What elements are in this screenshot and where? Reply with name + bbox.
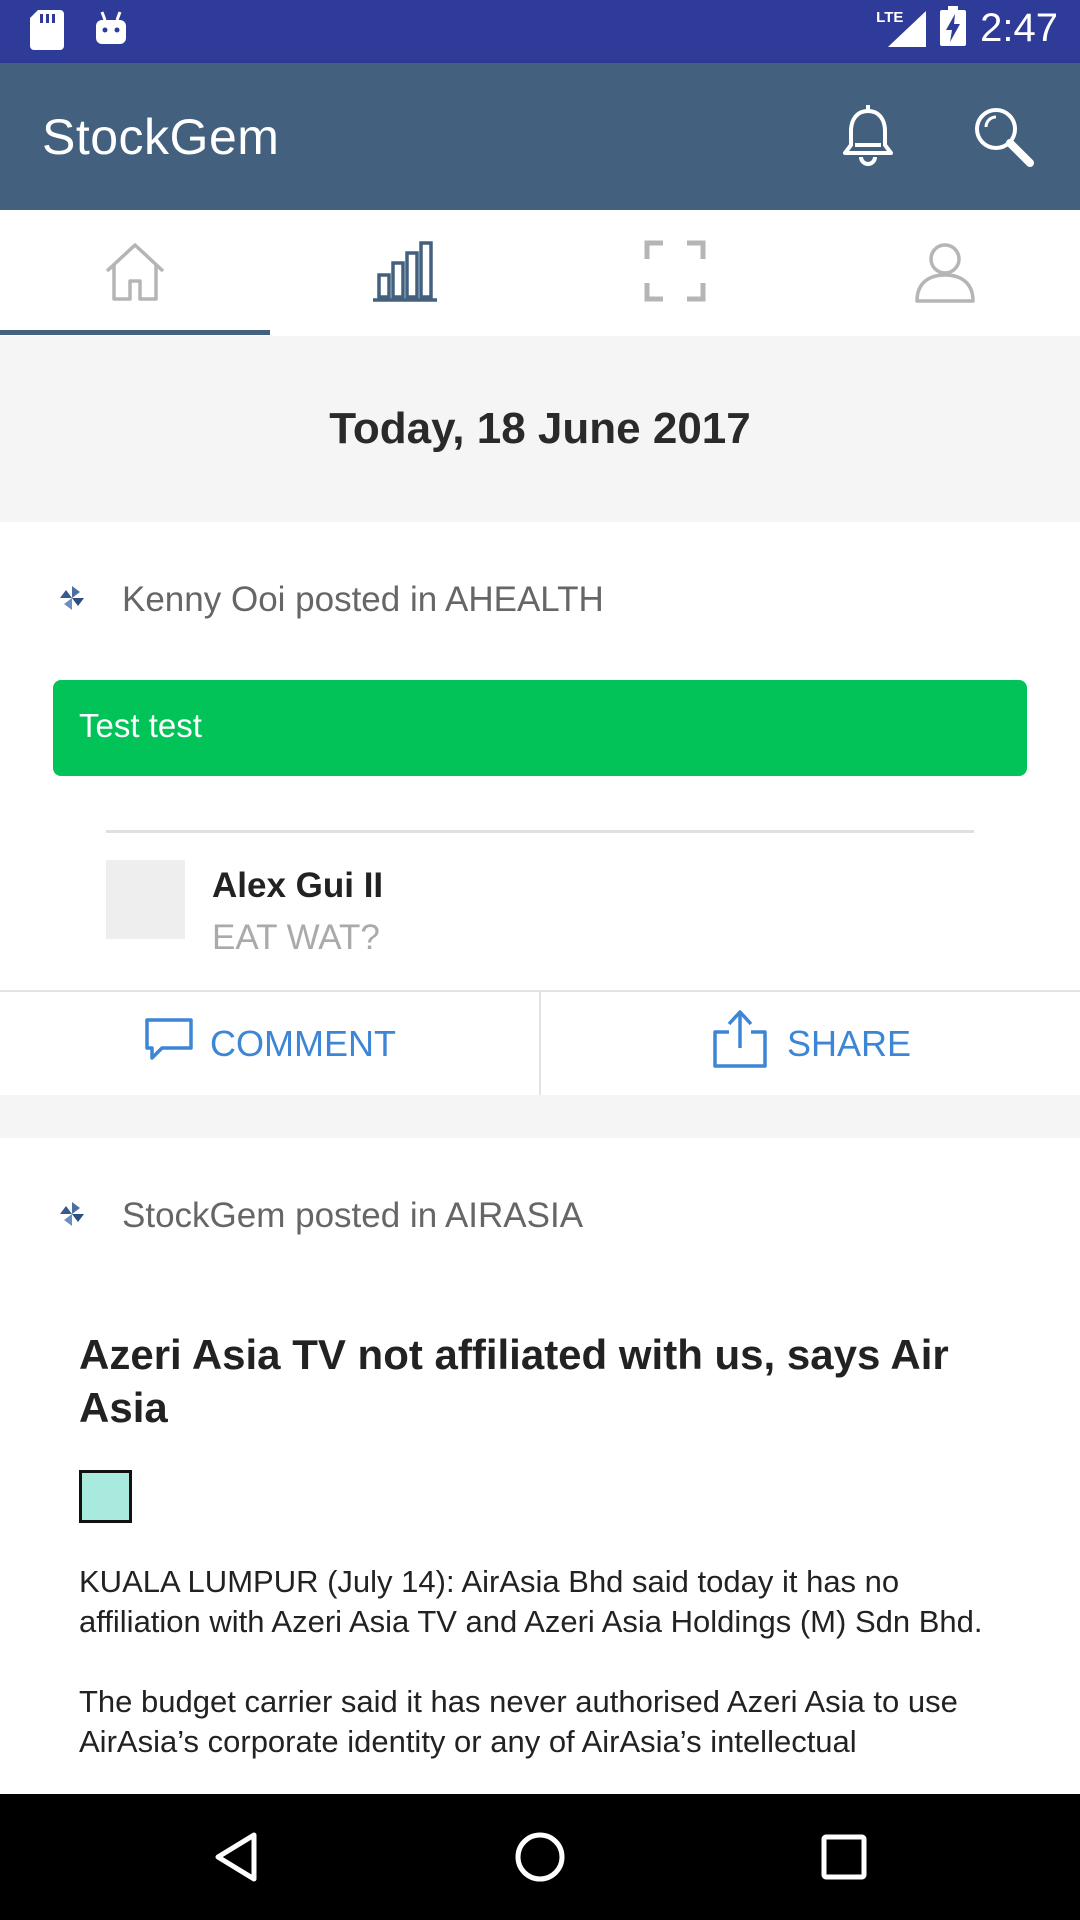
tab-scan[interactable] [540,210,810,336]
divider [106,830,974,833]
comment-text: EAT WAT? [212,918,380,957]
article-body: KUALA LUMPUR (July 14): AirAsia Bhd said… [79,1562,1019,1802]
notifications-button[interactable] [833,103,903,173]
share-icon [709,1008,771,1079]
avatar[interactable] [106,860,185,939]
comment-author[interactable]: Alex Gui II [212,866,383,906]
post-author-line: Kenny Ooi posted in AHEALTH [122,580,604,619]
post-author-line: StockGem posted in AIRASIA [122,1196,584,1235]
tab-stocks[interactable] [270,210,540,336]
post-message-text: Test test [79,707,202,744]
post-card: Kenny Ooi posted in AHEALTH Test test Al… [0,522,1080,1095]
bar-chart-icon [373,239,437,308]
system-nav-bar [0,1794,1080,1920]
recents-button[interactable] [804,1819,884,1899]
status-bar: LTE 2:47 [0,0,1080,63]
comment-label: COMMENT [210,1022,396,1064]
back-icon [212,1831,260,1888]
tab-indicator [0,330,270,335]
article-paragraph: The budget carrier said it has never aut… [79,1684,958,1759]
home-icon [103,239,167,308]
tab-bar [0,210,1080,336]
comment-button[interactable]: COMMENT [0,992,540,1095]
back-button[interactable] [196,1819,276,1899]
article-paragraph: KUALA LUMPUR (July 14): AirAsia Bhd said… [79,1564,983,1639]
home-circle-icon [514,1831,566,1888]
search-button[interactable] [968,103,1038,173]
battery-charging-icon [940,6,967,51]
post-actions: COMMENT SHARE [0,990,1080,1095]
post-header: StockGem posted in AIRASIA [58,1196,583,1236]
date-header: Today, 18 June 2017 [0,336,1080,522]
pinwheel-icon [58,584,86,617]
sd-card-icon [30,10,64,55]
signal-icon: LTE [876,9,927,49]
bell-icon [839,104,897,172]
share-button[interactable]: SHARE [540,992,1080,1095]
pinwheel-icon [58,1200,86,1233]
comment-icon [144,1017,194,1070]
clock: 2:47 [980,6,1058,50]
post-card: StockGem posted in AIRASIA Azeri Asia TV… [0,1138,1080,1798]
user-icon [913,239,977,308]
post-message[interactable]: Test test [53,680,1027,776]
tab-profile[interactable] [810,210,1080,336]
home-button[interactable] [500,1819,580,1899]
fullscreen-icon [643,239,707,308]
article-image[interactable] [79,1470,132,1523]
share-label: SHARE [786,1022,912,1064]
post-header: Kenny Ooi posted in AHEALTH [58,580,604,620]
recents-icon [820,1833,868,1886]
search-icon [972,105,1034,172]
app-bar: StockGem [0,63,1080,210]
app-title: StockGem [42,109,280,165]
article-title[interactable]: Azeri Asia TV not affiliated with us, sa… [79,1328,1009,1434]
tab-home[interactable] [0,210,270,336]
date-label: Today, 18 June 2017 [329,404,751,453]
android-icon [94,10,128,55]
